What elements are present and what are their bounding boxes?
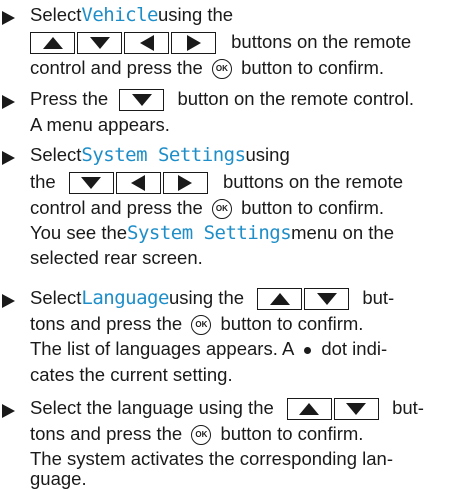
bullet-arrow-icon <box>2 151 15 165</box>
ok-button-icon: OK <box>211 59 232 80</box>
dot-icon <box>304 346 312 354</box>
ok-button-icon: OK <box>191 425 212 446</box>
step-text: Press the <box>30 88 109 109</box>
step-text: The system activates the corresponding l… <box>30 448 393 469</box>
step-text: menu on the <box>291 222 394 243</box>
left-arrow-icon <box>124 32 169 55</box>
ok-button-icon: OK <box>191 315 212 336</box>
step-text: buttons on the remote <box>223 171 403 192</box>
step-text: button to confirm. <box>220 423 364 444</box>
right-arrow-icon <box>171 32 216 55</box>
up-arrow-icon <box>257 288 303 311</box>
down-arrow-icon <box>304 288 350 311</box>
step-text: guage. <box>30 468 87 489</box>
menu-item-language: Language <box>81 287 169 309</box>
step-text: using the <box>168 287 245 308</box>
step-text: A menu appears. <box>30 114 170 135</box>
step-text: You see the <box>30 222 128 243</box>
menu-item-vehicle: Vehicle <box>81 4 158 26</box>
right-arrow-icon <box>162 172 208 195</box>
step-text: dot indi- <box>321 338 388 359</box>
bullet-arrow-icon <box>2 294 15 308</box>
step-text: tons and press the <box>30 423 183 444</box>
step-text: tons and press the <box>30 313 183 334</box>
step-text: selected rear screen. <box>30 247 203 268</box>
up-arrow-icon <box>286 398 332 421</box>
remote-keys <box>30 32 218 55</box>
step-text: control and press the <box>30 197 203 218</box>
step-text: using the <box>158 4 234 25</box>
step-text: Select <box>30 287 82 308</box>
step-text: using <box>245 144 290 165</box>
instruction-list: Select Vehicle using the buttons on the … <box>0 0 463 490</box>
left-arrow-icon <box>115 172 161 195</box>
step-text: cates the current setting. <box>30 364 233 385</box>
step-text: the <box>30 171 56 192</box>
menu-item-system-settings: System Settings <box>81 144 246 166</box>
step-text: control and press the <box>30 57 203 78</box>
down-arrow-icon <box>77 32 122 55</box>
step-text: button on the remote control. <box>177 88 414 109</box>
step-text: buttons on the remote <box>231 31 412 52</box>
step-text: button to confirm. <box>241 197 384 218</box>
down-arrow-icon <box>68 172 114 195</box>
ok-button-icon: OK <box>211 199 232 220</box>
down-arrow-icon <box>333 398 379 421</box>
remote-keys <box>68 172 210 195</box>
step-text: button to confirm. <box>241 57 384 78</box>
step-text: Select <box>30 4 82 25</box>
step-text: but- <box>392 397 424 418</box>
step-text: Select <box>30 144 82 165</box>
bullet-arrow-icon <box>2 404 15 418</box>
remote-keys <box>286 398 381 421</box>
step-text: but- <box>362 287 395 308</box>
remote-keys <box>119 89 166 112</box>
up-arrow-icon <box>30 32 75 55</box>
step-text: button to confirm. <box>220 313 364 334</box>
menu-item-system-settings: System Settings <box>127 222 292 244</box>
step-text: The list of languages appears. A <box>30 338 295 359</box>
down-arrow-icon <box>119 89 165 112</box>
bullet-arrow-icon <box>2 11 15 25</box>
step-text: Select the language using the <box>30 397 274 418</box>
bullet-arrow-icon <box>2 95 15 109</box>
remote-keys <box>257 288 351 311</box>
